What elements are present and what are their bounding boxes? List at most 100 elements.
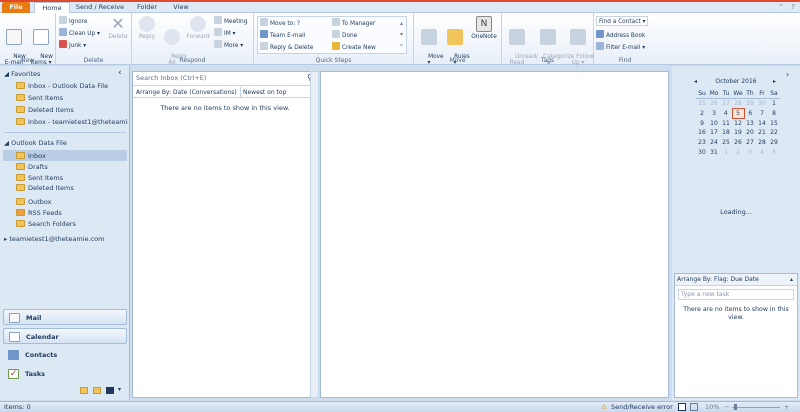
- follow-up-button[interactable]: Follow Up ▾: [565, 16, 594, 73]
- find-contact-box[interactable]: Find a Contact ▾: [596, 16, 649, 26]
- move-to-button[interactable]: Move to: ?: [260, 18, 300, 28]
- calendar-day[interactable]: 4: [720, 109, 732, 119]
- calendar-day[interactable]: 15: [768, 119, 780, 129]
- calendar-day[interactable]: 2: [732, 147, 744, 157]
- calendar-day[interactable]: 2: [696, 109, 708, 119]
- calendar-day[interactable]: 25: [720, 138, 732, 148]
- folder-sent-items[interactable]: Sent Items: [16, 173, 63, 183]
- clean-up-button[interactable]: Clean Up ▾: [59, 28, 100, 38]
- calendar-day[interactable]: 29: [744, 99, 756, 109]
- calendar-day[interactable]: 18: [720, 128, 732, 138]
- folder-inbox[interactable]: Inbox: [16, 151, 46, 161]
- search-input[interactable]: Search Inbox (Ctrl+E): [133, 72, 317, 86]
- mail-button[interactable]: Mail: [3, 309, 127, 325]
- tab-view[interactable]: View: [166, 2, 196, 13]
- minimize-ribbon-icon[interactable]: ⌃: [776, 3, 786, 12]
- calendar-day[interactable]: 25: [696, 99, 708, 109]
- calendar-day[interactable]: 16: [696, 128, 708, 138]
- account-node[interactable]: ▸ teamietest1@theteamie.com: [4, 234, 104, 244]
- calendar-day[interactable]: 8: [768, 109, 780, 119]
- ignore-button[interactable]: Ignore: [59, 16, 87, 26]
- fav-inbox-outlook[interactable]: Inbox - Outlook Data File: [16, 81, 108, 91]
- favorites-header[interactable]: ◢ Favorites: [4, 69, 40, 79]
- folder-search-folders[interactable]: Search Folders: [16, 219, 76, 229]
- zoom-in-icon[interactable]: +: [784, 402, 789, 412]
- tasks-button[interactable]: ✓ Tasks: [3, 366, 127, 382]
- create-new-button[interactable]: Create New: [332, 42, 376, 52]
- contacts-button[interactable]: Contacts: [3, 347, 127, 363]
- new-items-button[interactable]: New Items ▾: [28, 16, 54, 73]
- calendar-day[interactable]: 10: [708, 119, 720, 129]
- reading-view-icon[interactable]: [690, 403, 698, 411]
- junk-button[interactable]: Junk ▾: [59, 40, 86, 50]
- folder-outbox[interactable]: Outbox: [16, 197, 52, 207]
- fav-sent-items[interactable]: Sent Items: [16, 93, 63, 103]
- calendar-day[interactable]: 23: [696, 138, 708, 148]
- send-receive-error[interactable]: Send/Receive error: [611, 402, 673, 412]
- calendar-day[interactable]: 24: [708, 138, 720, 148]
- normal-view-icon[interactable]: [678, 403, 686, 411]
- new-task-input[interactable]: Type a new task: [678, 289, 794, 300]
- calendar-day[interactable]: 26: [732, 138, 744, 148]
- calendar-day[interactable]: 19: [732, 128, 744, 138]
- filter-email-button[interactable]: Filter E-mail ▾: [596, 42, 645, 52]
- calendar-day[interactable]: 31: [708, 147, 720, 157]
- tab-file[interactable]: File: [2, 2, 30, 13]
- categorize-button[interactable]: Categorize ▾: [532, 16, 574, 73]
- done-button[interactable]: Done: [332, 30, 357, 40]
- next-month-icon[interactable]: ▸: [773, 78, 776, 85]
- calendar-day[interactable]: 14: [756, 119, 768, 129]
- fav-deleted-items[interactable]: Deleted Items: [16, 105, 74, 115]
- collapse-nav-icon[interactable]: ‹: [118, 68, 122, 78]
- configure-buttons-icon[interactable]: ▾: [118, 386, 121, 393]
- rules-button[interactable]: Rules ▾: [443, 16, 470, 73]
- calendar-day[interactable]: 1: [768, 99, 780, 109]
- fav-inbox-account[interactable]: Inbox - teamietest1@theteamie...: [16, 117, 128, 127]
- sort-order-button[interactable]: Newest on top: [243, 87, 286, 98]
- folder-deleted-items[interactable]: Deleted Items: [16, 183, 74, 193]
- move-button[interactable]: Move ▾: [417, 16, 444, 73]
- calendar-day[interactable]: 30: [696, 147, 708, 157]
- zoom-slider-thumb[interactable]: [734, 404, 737, 410]
- calendar-day[interactable]: 3: [708, 109, 720, 119]
- help-icon[interactable]: ?: [788, 3, 798, 12]
- meeting-button[interactable]: Meeting: [214, 16, 247, 26]
- onenote-button[interactable]: N OneNote: [469, 16, 499, 41]
- calendar-day[interactable]: 11: [720, 119, 732, 129]
- sort-direction-icon[interactable]: ▴: [790, 276, 793, 283]
- im-button[interactable]: IM ▾: [214, 28, 235, 38]
- message-list-scrollbar[interactable]: [310, 71, 319, 398]
- calendar-day[interactable]: 22: [768, 128, 780, 138]
- forward-button[interactable]: Forward: [185, 16, 211, 41]
- calendar-day[interactable]: 9: [696, 119, 708, 129]
- tab-home[interactable]: Home: [34, 2, 70, 13]
- tab-folder[interactable]: Folder: [130, 2, 164, 13]
- calendar-day[interactable]: 5: [768, 147, 780, 157]
- folder-list-icon[interactable]: [93, 387, 101, 394]
- calendar-day[interactable]: 7: [756, 109, 768, 119]
- arrange-by-button[interactable]: Arrange By: Date (Conversations): [135, 87, 241, 98]
- calendar-day[interactable]: 30: [756, 99, 768, 109]
- delete-button[interactable]: ✕ Delete: [106, 16, 130, 41]
- shortcuts-icon[interactable]: [106, 387, 114, 394]
- folder-drafts[interactable]: Drafts: [16, 162, 48, 172]
- calendar-day[interactable]: 26: [708, 99, 720, 109]
- data-file-header[interactable]: ◢ Outlook Data File: [4, 138, 67, 148]
- more-button[interactable]: More ▾: [214, 40, 243, 50]
- calendar-day[interactable]: 17: [708, 128, 720, 138]
- tab-send-receive[interactable]: Send / Receive: [74, 2, 126, 13]
- calendar-day[interactable]: 21: [756, 128, 768, 138]
- gallery-scroll-icon[interactable]: ▴ ▾ ▿: [400, 18, 403, 51]
- notes-icon[interactable]: [80, 387, 88, 394]
- to-manager-button[interactable]: To Manager: [332, 18, 375, 28]
- zoom-slider[interactable]: [732, 407, 780, 408]
- calendar-day[interactable]: 1: [720, 147, 732, 157]
- calendar-day[interactable]: 6: [744, 109, 756, 119]
- calendar-day[interactable]: 28: [756, 138, 768, 148]
- calendar-button[interactable]: Calendar: [3, 328, 127, 344]
- new-email-button[interactable]: New E-mail: [2, 16, 26, 73]
- calendar-day[interactable]: 3: [744, 147, 756, 157]
- folder-rss-feeds[interactable]: RSS Feeds: [16, 208, 62, 218]
- reply-all-button[interactable]: Reply All: [160, 16, 187, 73]
- calendar-day[interactable]: 27: [720, 99, 732, 109]
